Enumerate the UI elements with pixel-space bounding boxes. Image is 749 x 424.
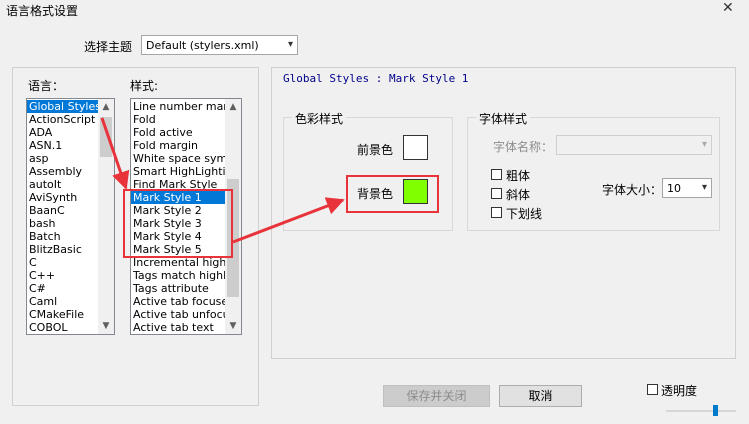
annotation-arrow-to-background xyxy=(232,197,345,244)
annotation-arrows xyxy=(100,117,345,244)
annotation-arrow-to-list xyxy=(100,117,130,190)
